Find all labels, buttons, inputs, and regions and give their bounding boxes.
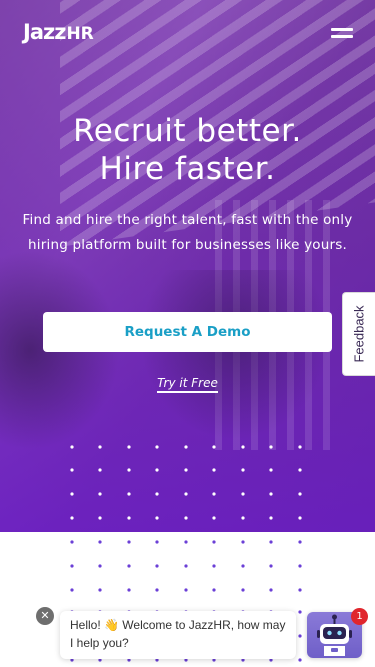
logo-main: Jazz xyxy=(23,20,66,44)
decorative-dot xyxy=(127,564,131,568)
hero-section: JazzHR Recruit better. Hire faster. Find… xyxy=(0,0,375,532)
decorative-dot xyxy=(70,540,74,544)
decorative-dot xyxy=(98,588,102,592)
request-demo-button[interactable]: Request A Demo xyxy=(43,312,332,352)
decorative-dot xyxy=(269,540,273,544)
decorative-dot xyxy=(212,540,216,544)
feedback-tab[interactable]: Feedback xyxy=(342,292,375,376)
decorative-dot xyxy=(184,588,188,592)
decorative-dot xyxy=(70,588,74,592)
decorative-dot xyxy=(298,588,302,592)
decorative-dot xyxy=(98,564,102,568)
decorative-dot xyxy=(298,658,302,662)
decorative-dot xyxy=(269,588,273,592)
decorative-dot xyxy=(155,588,159,592)
decorative-dot xyxy=(269,564,273,568)
unread-badge: 1 xyxy=(351,608,368,625)
decorative-dot xyxy=(127,588,131,592)
people-silhouette xyxy=(140,270,330,440)
decorative-dot xyxy=(212,564,216,568)
decorative-dot xyxy=(70,564,74,568)
try-free-link-wrapper: Try it Free xyxy=(0,374,375,393)
hero-subtext: Find and hire the right talent, fast wit… xyxy=(22,212,353,253)
chat-close-icon[interactable]: ✕ xyxy=(36,607,54,625)
decorative-dot xyxy=(298,610,302,614)
hero-headline: Recruit better. Hire faster. xyxy=(0,112,375,188)
decorative-dot xyxy=(298,540,302,544)
decorative-dot xyxy=(155,540,159,544)
headline-line-1: Recruit better. xyxy=(73,113,302,149)
decorative-dot xyxy=(155,564,159,568)
decorative-dot xyxy=(241,540,245,544)
decorative-dot xyxy=(298,564,302,568)
try-free-link[interactable]: Try it Free xyxy=(157,376,218,393)
decorative-dot xyxy=(241,564,245,568)
site-header: JazzHR xyxy=(0,0,375,64)
headline-line-2: Hire faster. xyxy=(99,151,276,187)
decorative-dot xyxy=(98,540,102,544)
decorative-dot xyxy=(184,564,188,568)
decorative-dot xyxy=(298,634,302,638)
decorative-dot xyxy=(212,588,216,592)
feedback-label: Feedback xyxy=(351,305,367,363)
logo-suffix: HR xyxy=(66,24,94,44)
decorative-dot xyxy=(184,540,188,544)
hamburger-menu-icon[interactable] xyxy=(331,25,353,39)
chat-welcome-bubble[interactable]: Hello! 👋 Welcome to JazzHR, how may I he… xyxy=(60,611,296,659)
decorative-dot xyxy=(241,588,245,592)
decorative-dot xyxy=(127,540,131,544)
jazzhr-logo[interactable]: JazzHR xyxy=(23,20,94,44)
